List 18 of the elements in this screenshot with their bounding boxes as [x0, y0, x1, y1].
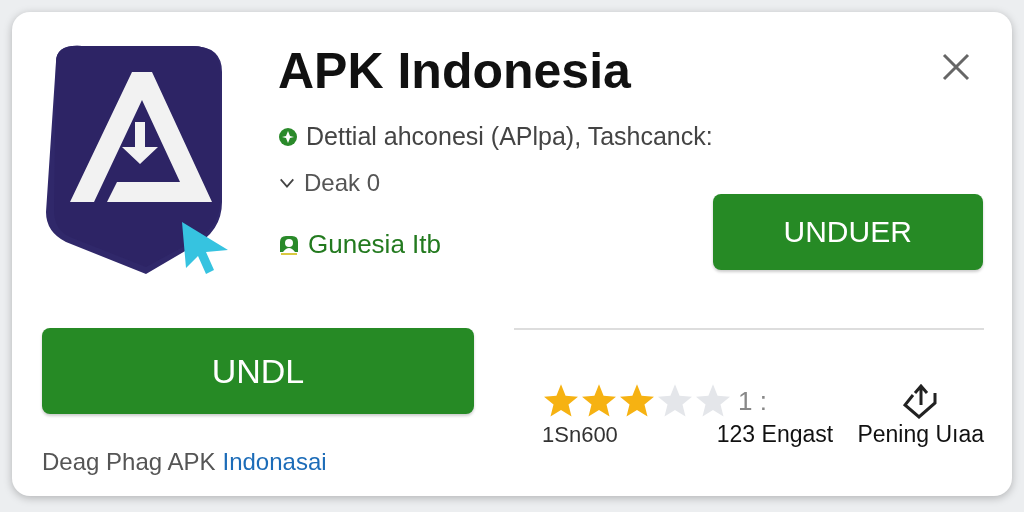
detail-text: Deak 0: [304, 169, 381, 197]
footer-text: Deag Phag APK: [42, 448, 216, 476]
rating-caption: 1Sn600: [542, 422, 618, 448]
star-icon: [618, 382, 656, 420]
star-icon: [580, 382, 618, 420]
publisher-icon: [278, 233, 300, 256]
app-title: APK Indonesia: [278, 42, 632, 101]
badge-icon: [278, 126, 298, 147]
footer-link[interactable]: Indonasai: [222, 448, 327, 476]
share-label[interactable]: Pening Uıaa: [857, 421, 984, 448]
app-subtitle: Dettial ahconesi (APlpa), Tashcanck:: [306, 122, 713, 151]
install-button[interactable]: UNDUER: [712, 194, 983, 270]
star-icon: [542, 382, 580, 420]
stat-label: 123 Engast: [716, 421, 834, 448]
download-button[interactable]: UNDL: [42, 328, 474, 414]
close-icon[interactable]: [940, 52, 971, 82]
publisher-name[interactable]: Gunesia Itb: [308, 229, 441, 260]
rating-count: 1 :: [738, 385, 767, 417]
